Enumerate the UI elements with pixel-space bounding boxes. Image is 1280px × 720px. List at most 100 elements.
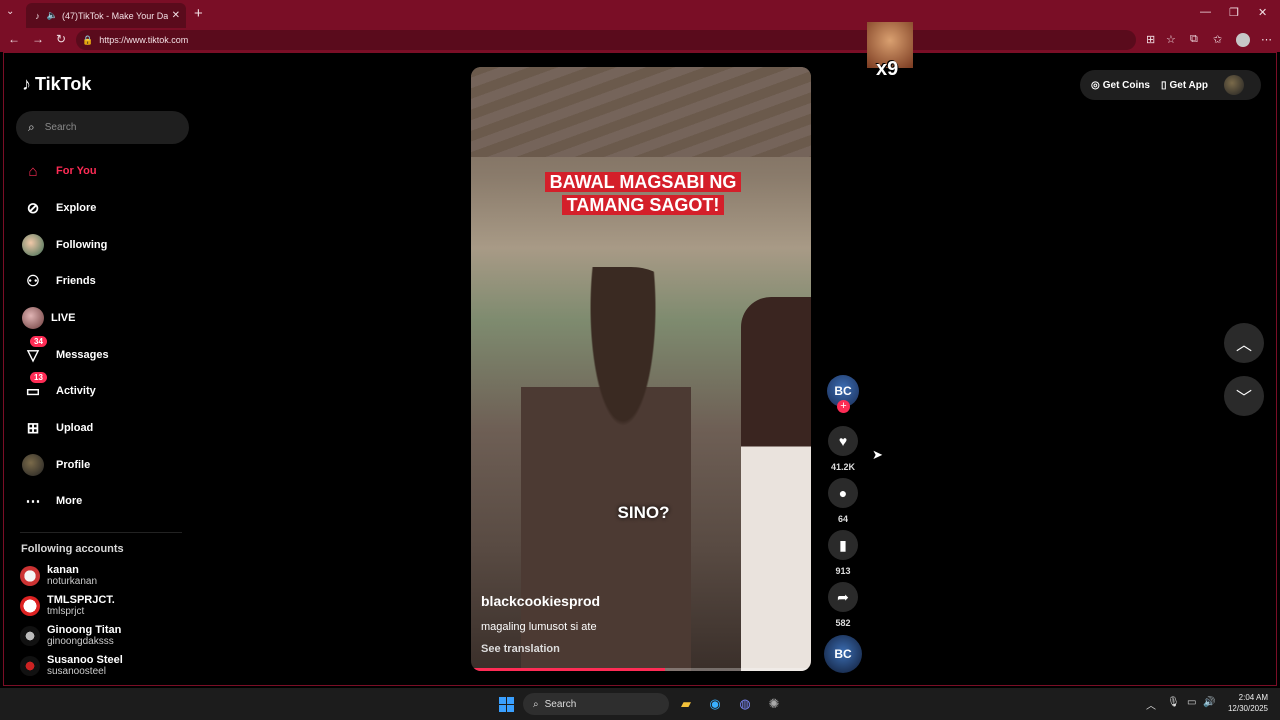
video-progress-bar[interactable] xyxy=(471,668,811,671)
edge-browser-icon[interactable]: ◉ xyxy=(706,695,724,713)
volume-icon[interactable]: 🔊 xyxy=(1203,697,1215,708)
comment-icon[interactable]: ● xyxy=(828,478,858,508)
account-avatar xyxy=(20,596,40,616)
video-caption-mid: SINO? xyxy=(617,503,670,522)
account-handle: ginoongdaksss xyxy=(47,636,114,647)
sidebar-item-messages[interactable]: ▽ 34 Messages xyxy=(20,336,109,369)
search-input[interactable]: ⌕ Search xyxy=(16,111,189,144)
live-avatar xyxy=(20,305,46,331)
account-name: Ginoong Titan xyxy=(47,624,122,636)
microphone-icon[interactable]: 🎙 xyxy=(1167,697,1180,708)
search-icon: ⌕ xyxy=(533,698,539,710)
back-icon[interactable]: ← xyxy=(8,32,20,46)
top-right-actions: ◎ Get Coins ▯ Get App xyxy=(1080,70,1261,100)
music-disc-avatar[interactable]: BC xyxy=(824,635,862,673)
minimize-button[interactable]: — xyxy=(1200,6,1211,18)
video-scene-ceiling xyxy=(471,67,811,157)
sidebar-item-label: Profile xyxy=(56,459,91,471)
sidebar-item-for-you[interactable]: ⌂ For You xyxy=(20,157,96,185)
following-account[interactable]: Ginoong Titan ginoongdaksss xyxy=(20,624,121,648)
get-coins-button[interactable]: ◎ Get Coins xyxy=(1091,80,1150,91)
extensions-icon[interactable]: ⧉ xyxy=(1190,33,1198,46)
sidebar-item-following[interactable]: Following xyxy=(20,231,107,259)
save-count: 913 xyxy=(835,566,851,576)
search-icon: ⌕ xyxy=(28,120,35,134)
account-handle: tmlsprjct xyxy=(47,606,85,617)
follow-plus-icon[interactable]: + xyxy=(837,400,850,413)
share-icon[interactable]: ➦ xyxy=(828,582,858,612)
sidebar-divider xyxy=(20,532,182,533)
previous-video-button[interactable]: ︿ xyxy=(1224,323,1264,363)
video-username[interactable]: blackcookiesprod xyxy=(481,593,600,609)
sidebar-item-label: Following xyxy=(56,239,108,251)
messages-icon: ▽ 34 xyxy=(20,336,47,368)
video-player[interactable]: BAWAL MAGSABI NG TAMANG SAGOT! SINO? bla… xyxy=(471,67,811,671)
see-translation-link[interactable]: See translation xyxy=(481,643,560,655)
account-name: Susanoo Steel xyxy=(47,654,123,666)
taskbar-clock[interactable]: 2:04 AM 12/30/2025 xyxy=(1222,692,1268,714)
show-hidden-icons-icon[interactable]: ︿ xyxy=(1146,697,1156,712)
account-name: kanan xyxy=(47,564,79,576)
network-icon[interactable]: ▭ xyxy=(1187,697,1196,708)
sidebar-item-label: Friends xyxy=(56,275,96,287)
sidebar-item-friends[interactable]: ⚇ Friends xyxy=(20,267,96,295)
account-avatar xyxy=(20,566,40,586)
phone-icon: ▯ xyxy=(1160,79,1167,91)
windows-start-icon[interactable] xyxy=(499,697,514,712)
get-app-button[interactable]: ▯ Get App xyxy=(1161,80,1208,91)
maximize-button[interactable]: ❐ xyxy=(1229,6,1239,19)
bookmark-icon[interactable]: ▮ xyxy=(828,530,858,560)
logo-text: TikTok xyxy=(35,74,92,94)
video-description: magaling lumusot si ate xyxy=(481,621,597,633)
account-name: TMLSPRJCT. xyxy=(47,594,115,606)
new-tab-button[interactable]: + xyxy=(194,5,203,22)
app-icon[interactable]: ✺ xyxy=(765,695,783,713)
tiktok-favicon-icon: ♪ xyxy=(35,10,40,21)
tiktok-logo[interactable]: ♪ TikTok xyxy=(22,74,91,95)
next-video-button[interactable]: ﹀ xyxy=(1224,376,1264,416)
url-field[interactable]: 🔒 https://www.tiktok.com xyxy=(76,30,1136,50)
like-icon[interactable]: ♥ xyxy=(828,426,858,456)
favorites-icon[interactable]: ✩ xyxy=(1213,33,1222,46)
browser-tab[interactable]: ♪ 🔈 (47)TikTok - Make Your Day ✕ xyxy=(26,3,186,28)
lock-icon[interactable]: 🔒 xyxy=(82,35,93,46)
discord-icon[interactable]: ◍ xyxy=(736,695,754,713)
following-accounts-heading: Following accounts xyxy=(21,543,124,555)
tab-title: (47)TikTok - Make Your Day xyxy=(62,10,168,21)
close-window-button[interactable]: ✕ xyxy=(1258,6,1267,19)
coin-icon: ◎ xyxy=(1091,79,1100,91)
sidebar-item-explore[interactable]: ⊘ Explore xyxy=(20,194,97,222)
forward-icon[interactable]: → xyxy=(32,32,44,46)
sticker-overlay-text: x9 xyxy=(876,58,899,80)
messages-badge: 34 xyxy=(30,336,47,347)
speaker-icon[interactable]: 🔈 xyxy=(47,10,58,21)
profile-avatar xyxy=(20,452,46,478)
file-explorer-icon[interactable]: ▰ xyxy=(677,695,695,713)
sidebar-item-profile[interactable]: Profile xyxy=(20,451,90,479)
friends-icon: ⚇ xyxy=(26,273,40,290)
following-avatar xyxy=(20,232,46,258)
user-avatar[interactable] xyxy=(1224,75,1244,95)
following-account[interactable]: TMLSPRJCT. tmlsprjct xyxy=(20,594,115,618)
app-available-icon[interactable]: ⊞ xyxy=(1146,33,1155,46)
browser-profile-avatar[interactable] xyxy=(1236,33,1250,47)
account-handle: susanoosteel xyxy=(47,666,106,677)
sidebar-item-more[interactable]: ⋯ More xyxy=(20,487,83,515)
refresh-icon[interactable]: ↻ xyxy=(56,32,66,46)
close-tab-icon[interactable]: ✕ xyxy=(168,10,180,21)
following-account[interactable]: Susanoo Steel susanoosteel xyxy=(20,654,123,678)
taskbar-search[interactable]: ⌕ Search xyxy=(523,693,669,715)
sidebar-item-upload[interactable]: ⊞ Upload xyxy=(20,414,94,442)
tab-actions-icon[interactable]: ⌄ xyxy=(6,6,14,17)
sidebar-item-label: Activity xyxy=(56,385,96,397)
video-scene-woman xyxy=(741,297,811,671)
favorite-star-icon[interactable]: ☆ xyxy=(1166,33,1176,46)
browser-menu-icon[interactable]: ⋯ xyxy=(1261,33,1272,46)
home-icon: ⌂ xyxy=(28,162,38,180)
like-count: 41.2K xyxy=(830,462,856,472)
sidebar-item-label: Messages xyxy=(56,349,109,361)
following-account[interactable]: kanan noturkanan xyxy=(20,564,97,588)
sidebar-item-live[interactable]: LIVE xyxy=(20,304,75,332)
video-scene-man xyxy=(521,267,691,671)
sidebar-item-activity[interactable]: ▭ 13 Activity xyxy=(20,372,96,405)
